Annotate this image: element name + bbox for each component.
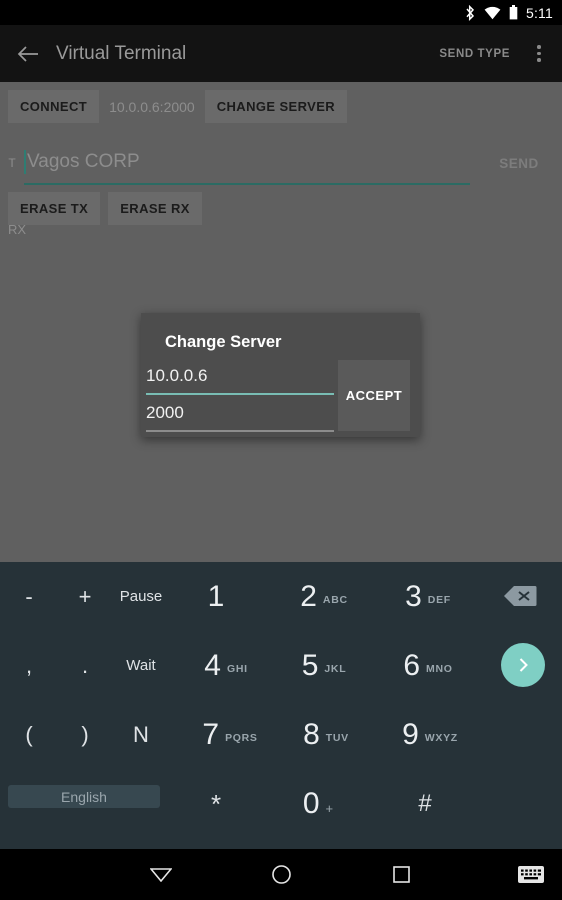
backspace-icon[interactable] [497,580,543,612]
bluetooth-icon [465,4,476,21]
accept-button[interactable]: ACCEPT [337,360,410,431]
key-0[interactable]: 0 + [278,769,358,838]
key-plus[interactable]: + [60,562,110,631]
back-arrow-icon[interactable] [0,25,56,82]
key-wait[interactable]: Wait [104,631,178,700]
app-bar-actions: SEND TYPE [429,30,562,78]
key-1[interactable]: 1 [180,562,252,631]
host-field[interactable]: 10.0.0.6 [146,358,334,395]
tx-input[interactable]: Vagos CORP [24,141,470,185]
navigation-bar [0,849,562,900]
key-n[interactable]: N [104,700,178,769]
home-circle-icon[interactable] [250,849,312,900]
keyboard-row: , . Wait 4 GHI 5 JKL 6 MNO [0,631,562,700]
dialog-title: Change Server [165,333,282,351]
key-6[interactable]: 6 MNO [382,631,474,700]
port-field[interactable]: 2000 [146,395,334,432]
battery-icon [509,5,518,20]
key-2[interactable]: 2 ABC [278,562,370,631]
change-server-dialog: Change Server 10.0.0.6 2000 ACCEPT [141,313,420,437]
key-5[interactable]: 5 JKL [278,631,370,700]
overflow-menu-icon[interactable] [522,30,556,78]
send-button[interactable]: SEND [476,156,562,171]
status-bar: 5:11 [0,0,562,25]
connection-row: CONNECT 10.0.0.6:2000 CHANGE SERVER [8,90,348,123]
terminal-content: CONNECT 10.0.0.6:2000 CHANGE SERVER T Va… [0,82,562,562]
recents-square-icon[interactable] [370,849,432,900]
transmit-row: T Vagos CORP SEND [0,140,562,186]
erase-row: ERASE TX ERASE RX [8,192,202,225]
app-bar: Virtual Terminal SEND TYPE [0,25,562,82]
erase-rx-button[interactable]: ERASE RX [108,192,202,225]
dialog-body: 10.0.0.6 2000 ACCEPT [141,358,420,432]
device-screen: 5:11 Virtual Terminal SEND TYPE CONNECT … [0,0,562,900]
keyboard-switch-icon[interactable] [508,849,554,900]
language-switch-key[interactable]: English [8,785,160,808]
key-paren-open[interactable]: ( [4,700,54,769]
keyboard-row: - + Pause 1 2 ABC 3 DEF [0,562,562,631]
key-7[interactable]: 7 PQRS [180,700,280,769]
change-server-button[interactable]: CHANGE SERVER [204,90,348,123]
send-chevron-icon[interactable] [501,643,545,687]
server-address-label: 10.0.0.6:2000 [109,98,195,115]
key-9[interactable]: 9 WXYZ [378,700,482,769]
text-caret [24,150,26,174]
connect-button[interactable]: CONNECT [8,90,100,123]
rx-label: RX [8,222,27,237]
status-clock: 5:11 [525,4,553,21]
key-pause[interactable]: Pause [104,562,178,631]
erase-tx-button[interactable]: ERASE TX [8,192,101,225]
key-period[interactable]: . [60,631,110,700]
keyboard-row: ( ) N 7 PQRS 8 TUV 9 WXYZ [0,700,562,769]
key-4[interactable]: 4 GHI [180,631,272,700]
keyboard-row: English * 0 + # [0,769,562,838]
key-3[interactable]: 3 DEF [382,562,474,631]
key-minus[interactable]: - [4,562,54,631]
key-8[interactable]: 8 TUV [280,700,372,769]
key-asterisk[interactable]: * [180,769,252,838]
key-comma[interactable]: , [4,631,54,700]
hide-keyboard-icon[interactable] [130,849,192,900]
send-type-button[interactable]: SEND TYPE [429,40,520,68]
on-screen-keyboard: - + Pause 1 2 ABC 3 DEF , . Wait 4 GHI 5 JKL… [0,562,562,849]
tx-label: T [8,156,16,170]
tx-input-placeholder: Vagos CORP [27,151,140,172]
key-hash[interactable]: # [382,769,468,838]
page-title: Virtual Terminal [56,42,187,64]
dialog-fields: 10.0.0.6 2000 [143,358,334,432]
wifi-icon [484,6,501,20]
key-paren-close[interactable]: ) [60,700,110,769]
